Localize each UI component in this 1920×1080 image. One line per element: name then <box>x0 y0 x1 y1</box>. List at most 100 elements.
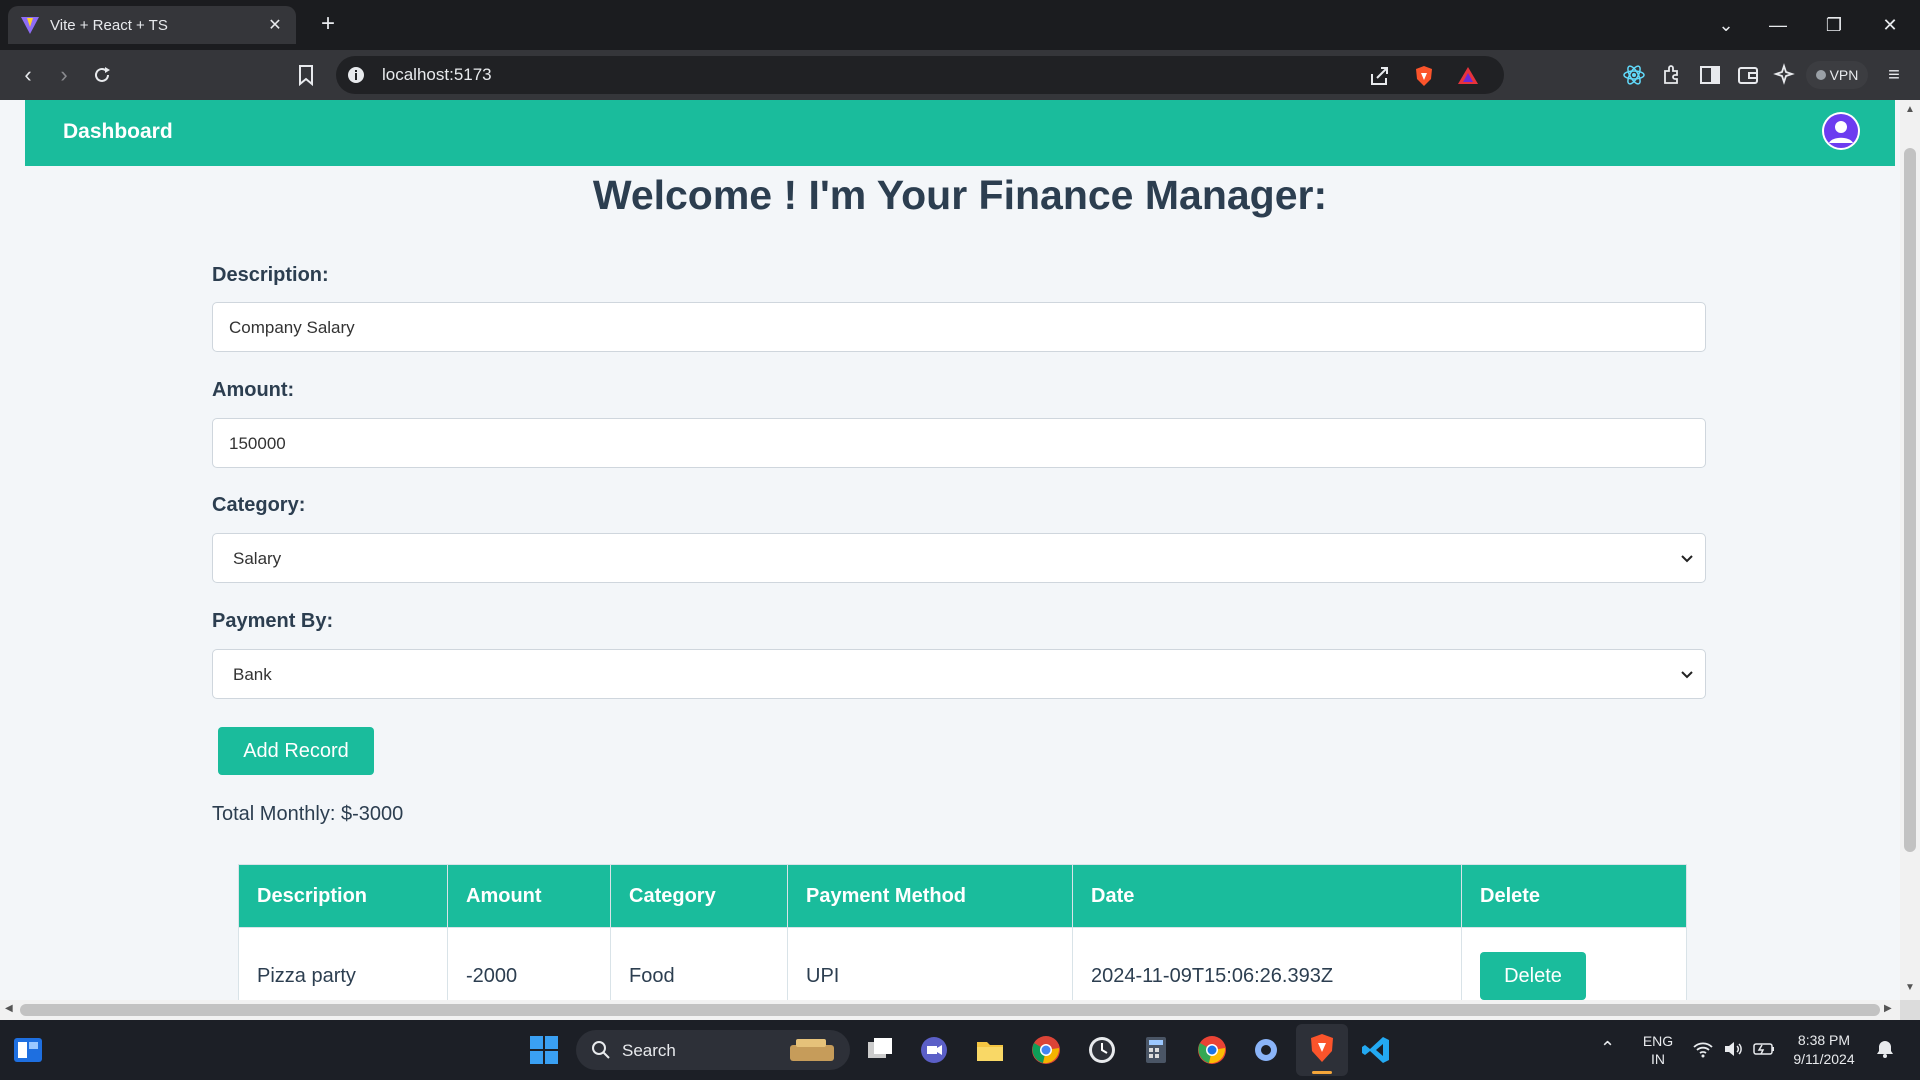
settings-icon[interactable] <box>1250 1034 1282 1066</box>
brave-rewards-icon[interactable] <box>1456 64 1480 88</box>
cell-amount: -2000 <box>447 927 611 1000</box>
meet-icon[interactable] <box>918 1034 950 1066</box>
language-indicator[interactable]: ENG IN <box>1640 1032 1676 1068</box>
url-text: localhost:5173 <box>382 65 492 84</box>
chrome-canary-icon[interactable] <box>1196 1034 1228 1066</box>
cell-description: Pizza party <box>238 927 448 1000</box>
add-record-button[interactable]: Add Record <box>218 727 374 775</box>
restore-button[interactable]: ❐ <box>1806 0 1862 50</box>
brave-shields-icon[interactable] <box>1412 64 1436 88</box>
site-info-icon[interactable] <box>346 65 366 85</box>
table-header-row: Description Amount Category Payment Meth… <box>238 864 1687 928</box>
amount-input[interactable]: 150000 <box>212 418 1706 468</box>
wifi-icon[interactable] <box>1692 1038 1714 1060</box>
tab-list-icon[interactable]: ⌄ <box>1698 0 1754 50</box>
chevron-down-icon <box>1681 671 1693 679</box>
brave-taskbar-item[interactable] <box>1296 1024 1348 1076</box>
wallet-icon[interactable] <box>1736 63 1760 87</box>
clock-time: 8:38 PM <box>1797 1032 1851 1048</box>
col-payment-method: Payment Method <box>787 864 1073 928</box>
extensions-icon[interactable] <box>1660 63 1684 87</box>
taskbar: Search ⌃ ENG IN 8:38 PM 9/11/2024 <box>0 1020 1920 1080</box>
cell-delete: Delete <box>1461 927 1687 1000</box>
bookmark-button[interactable] <box>290 59 322 91</box>
clock-app-icon[interactable] <box>1086 1034 1118 1066</box>
scroll-left-icon[interactable]: ◀ <box>5 1003 13 1014</box>
forward-button[interactable]: › <box>48 59 80 91</box>
tray-overflow-icon[interactable]: ⌃ <box>1600 1038 1615 1059</box>
amount-label: Amount: <box>212 379 295 401</box>
category-select[interactable]: Salary <box>212 533 1706 583</box>
tab-close-icon[interactable]: ✕ <box>264 15 286 35</box>
user-icon <box>1824 114 1858 148</box>
scrollbar-corner <box>1900 1000 1920 1020</box>
calculator-icon[interactable] <box>1140 1034 1172 1066</box>
col-category: Category <box>610 864 788 928</box>
table-row: Pizza party -2000 Food UPI 2024-11-09T15… <box>238 927 1687 1000</box>
start-icon[interactable] <box>528 1034 560 1066</box>
search-highlight-icon <box>790 1039 834 1061</box>
user-avatar[interactable] <box>1822 112 1860 150</box>
col-date: Date <box>1072 864 1462 928</box>
address-bar[interactable]: localhost:5173 <box>336 56 1504 94</box>
scroll-down-icon[interactable]: ▼ <box>1904 982 1916 993</box>
task-view-icon[interactable] <box>864 1034 896 1066</box>
notification-bell-icon[interactable] <box>1874 1038 1896 1060</box>
horizontal-scrollbar[interactable]: ◀ ▶ <box>0 1000 1900 1020</box>
vpn-status-icon <box>1815 70 1826 80</box>
records-table: Description Amount Category Payment Meth… <box>238 864 1687 1000</box>
description-label: Description: <box>212 264 329 286</box>
navbar-brand[interactable]: Dashboard <box>63 120 173 144</box>
active-app-indicator <box>1312 1071 1332 1074</box>
share-icon[interactable] <box>1368 64 1392 88</box>
cell-date: 2024-11-09T15:06:26.393Z <box>1072 927 1462 1000</box>
scroll-up-icon[interactable]: ▲ <box>1904 104 1916 115</box>
tab-title: Vite + React + TS <box>50 16 168 34</box>
new-tab-button[interactable]: + <box>312 8 344 40</box>
browser-tab-bar: Vite + React + TS ✕ + ⌄ — ❐ ✕ <box>0 0 1920 50</box>
horizontal-scroll-thumb[interactable] <box>20 1004 1880 1016</box>
category-value: Salary <box>233 549 282 568</box>
chevron-down-icon <box>1681 555 1693 563</box>
file-explorer-icon[interactable] <box>974 1034 1006 1066</box>
reload-icon <box>95 67 110 82</box>
bookmark-icon <box>299 65 313 87</box>
vscode-icon[interactable] <box>1360 1034 1392 1066</box>
delete-button[interactable]: Delete <box>1480 952 1586 1000</box>
reload-button[interactable] <box>86 59 118 91</box>
language-code: ENG <box>1642 1033 1674 1049</box>
leo-ai-icon[interactable] <box>1772 63 1796 87</box>
cell-category: Food <box>610 927 788 1000</box>
vite-logo-icon <box>21 17 39 34</box>
menu-button[interactable]: ≡ <box>1878 59 1910 91</box>
description-input[interactable]: Company Salary <box>212 302 1706 352</box>
sidebar-icon[interactable] <box>1698 63 1722 87</box>
vertical-scroll-thumb[interactable] <box>1904 148 1916 852</box>
clock-date: 9/11/2024 <box>1793 1051 1855 1067</box>
browser-tab[interactable]: Vite + React + TS ✕ <box>8 6 296 44</box>
vpn-button[interactable]: VPN <box>1806 61 1868 89</box>
region-code: IN <box>1651 1051 1665 1067</box>
vpn-label: VPN <box>1829 67 1859 83</box>
scroll-right-icon[interactable]: ▶ <box>1884 1003 1892 1014</box>
back-button[interactable]: ‹ <box>12 59 44 91</box>
category-label: Category: <box>212 494 306 516</box>
clock[interactable]: 8:38 PM 9/11/2024 <box>1786 1031 1862 1069</box>
battery-icon[interactable] <box>1752 1038 1776 1060</box>
vertical-scrollbar[interactable]: ▲ ▼ <box>1900 100 1920 1000</box>
payment-select[interactable]: Bank <box>212 649 1706 699</box>
col-amount: Amount <box>447 864 611 928</box>
volume-icon[interactable] <box>1722 1038 1744 1060</box>
close-window-button[interactable]: ✕ <box>1862 0 1918 50</box>
chrome-icon[interactable] <box>1030 1034 1062 1066</box>
app-navbar: Dashboard <box>25 100 1895 166</box>
react-devtools-icon[interactable] <box>1622 63 1646 87</box>
page-title: Welcome ! I'm Your Finance Manager: <box>592 172 1328 218</box>
payment-value: Bank <box>233 665 272 684</box>
taskbar-search[interactable]: Search <box>576 1030 850 1070</box>
total-monthly: Total Monthly: $-3000 <box>212 803 404 825</box>
page-viewport: Dashboard Welcome ! I'm Your Finance Man… <box>0 100 1900 1000</box>
search-label: Search <box>622 1041 676 1060</box>
minimize-button[interactable]: — <box>1750 0 1806 50</box>
widgets-icon[interactable] <box>12 1034 44 1066</box>
